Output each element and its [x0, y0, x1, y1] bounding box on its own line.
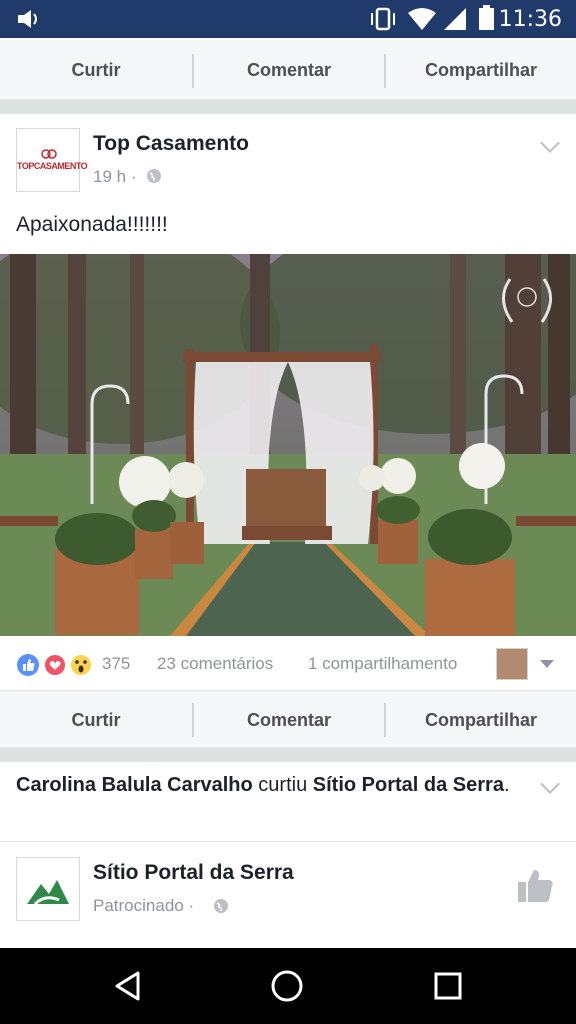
- activity-page[interactable]: Sítio Portal da Serra: [313, 774, 504, 796]
- sponsored-meta: Patrocinado ·: [93, 896, 194, 916]
- rings-icon: [41, 149, 57, 159]
- page-avatar[interactable]: [16, 857, 80, 921]
- globe-icon: [214, 899, 228, 913]
- post-card: TOPCASAMENTO Top Casamento 19 h · Apaixo…: [0, 114, 576, 692]
- page-avatar[interactable]: TOPCASAMENTO: [16, 128, 88, 192]
- recents-icon[interactable]: [433, 971, 463, 1001]
- like-page-button[interactable]: [516, 866, 556, 906]
- share-button[interactable]: Compartilhar: [386, 40, 576, 100]
- battery-icon: [479, 5, 494, 30]
- comments-count[interactable]: 23 comentários: [157, 654, 273, 674]
- post-time[interactable]: 19 h: [93, 167, 126, 186]
- status-bar: 11:36: [0, 0, 576, 38]
- sponsor-page-name[interactable]: Sítio Portal da Serra: [93, 861, 294, 885]
- divider: [0, 841, 576, 842]
- home-icon[interactable]: [270, 969, 304, 1003]
- avatar[interactable]: [496, 648, 528, 680]
- feed-gap: [0, 748, 576, 762]
- volume-icon: [18, 10, 37, 28]
- reactions-row: 375 23 comentários 1 compartilhamento: [0, 636, 576, 692]
- comment-button[interactable]: Comentar: [194, 691, 384, 749]
- shares-count[interactable]: 1 compartilhamento: [308, 654, 457, 674]
- caret-down-icon[interactable]: [539, 659, 555, 669]
- back-icon[interactable]: [112, 970, 144, 1002]
- reaction-count[interactable]: 375: [102, 654, 130, 674]
- comment-button[interactable]: Comentar: [194, 40, 384, 100]
- mountain-logo-icon: [27, 880, 69, 906]
- vibrate-icon: [371, 7, 395, 31]
- post-image[interactable]: [0, 254, 576, 636]
- like-button[interactable]: Curtir: [0, 40, 192, 100]
- feed-gap: [0, 100, 576, 114]
- activity-verb: curtiu: [252, 774, 313, 796]
- clock: 11:36: [498, 7, 562, 32]
- wifi-icon: [408, 8, 436, 30]
- top-action-bar: Curtir Comentar Compartilhar: [0, 40, 576, 100]
- activity-user[interactable]: Carolina Balula Carvalho: [16, 774, 253, 796]
- sponsored-label: Patrocinado: [93, 896, 184, 915]
- globe-icon: [147, 169, 161, 183]
- post-text: Apaixonada!!!!!!!: [16, 213, 168, 236]
- reaction-icons[interactable]: [16, 652, 96, 680]
- activity-story: Carolina Balula Carvalho curtiu Sítio Po…: [16, 772, 516, 799]
- meta-separator: ·: [130, 167, 137, 186]
- post-action-bar: Curtir Comentar Compartilhar: [0, 690, 576, 748]
- page-name[interactable]: Top Casamento: [93, 132, 249, 156]
- chevron-down-icon[interactable]: [540, 774, 560, 794]
- navigation-bar: [0, 948, 576, 1024]
- meta-separator: ·: [188, 896, 195, 915]
- activity-end: .: [503, 774, 510, 796]
- like-button[interactable]: Curtir: [0, 691, 192, 749]
- post-meta: 19 h ·: [93, 167, 137, 187]
- chevron-down-icon[interactable]: [540, 133, 560, 153]
- activity-card: Carolina Balula Carvalho curtiu Sítio Po…: [0, 762, 576, 948]
- logo-text: TOPCASAMENTO: [17, 161, 88, 171]
- share-button[interactable]: Compartilhar: [386, 691, 576, 749]
- cell-signal-icon: [444, 8, 466, 30]
